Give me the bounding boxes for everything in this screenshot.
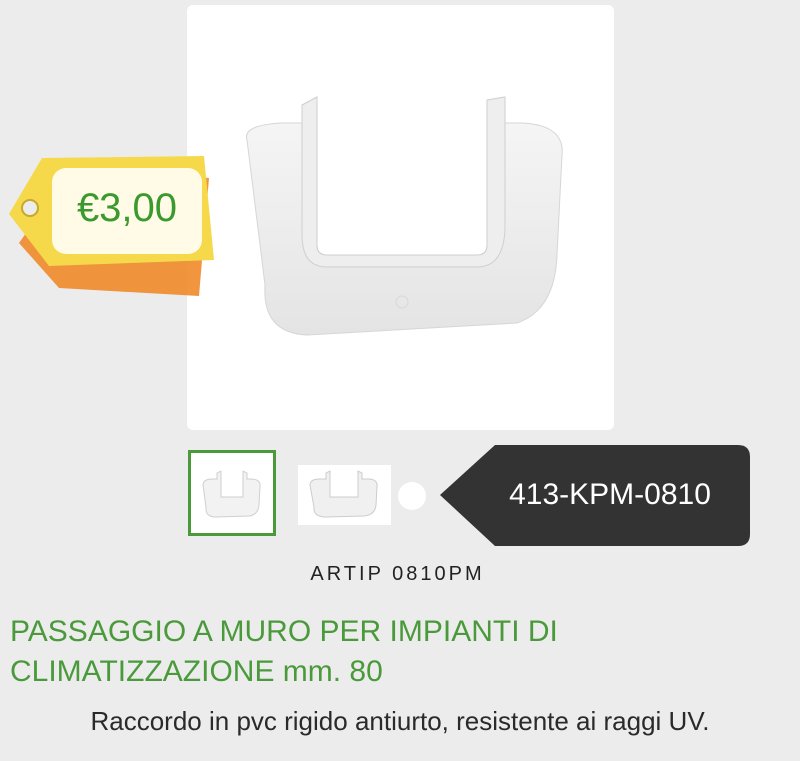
product-title-line-1: PASSAGGIO A MURO PER IMPIANTI DI xyxy=(10,615,558,648)
product-title: PASSAGGIO A MURO PER IMPIANTI DI CLIMATI… xyxy=(10,612,710,692)
product-description: Raccordo in pvc rigido antiurto, resiste… xyxy=(90,706,710,736)
thumbnail-2[interactable] xyxy=(298,465,391,525)
product-title-line-2: CLIMATIZZAZIONE mm. 80 xyxy=(10,655,383,688)
sku-label: 413-KPM-0810 xyxy=(509,478,711,511)
wall-passage-fitting-image xyxy=(245,96,563,336)
price-label: €3,00 xyxy=(76,186,178,230)
thumbnail-image-icon xyxy=(309,470,378,518)
thumbnail-1[interactable] xyxy=(188,450,276,536)
gallery-dot[interactable] xyxy=(398,482,426,510)
product-main-image[interactable] xyxy=(187,5,614,430)
product-code: ARTIP 0810PM xyxy=(310,563,485,585)
thumbnail-image-icon xyxy=(202,470,261,518)
